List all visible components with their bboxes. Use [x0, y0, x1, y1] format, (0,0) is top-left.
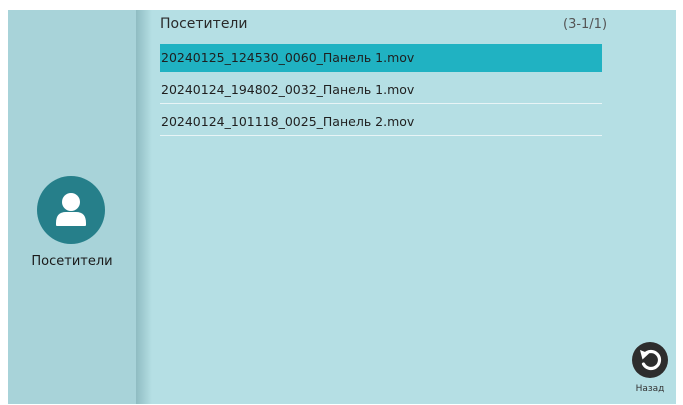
- back-button[interactable]: [632, 342, 668, 378]
- file-row[interactable]: 20240124_101118_0025_Панель 2.mov: [160, 108, 602, 136]
- file-name: 20240124_101118_0025_Панель 2.mov: [161, 114, 415, 129]
- user-avatar-icon[interactable]: [37, 176, 105, 244]
- sidebar: Посетители: [8, 10, 136, 404]
- screen: Посетители Посетители (3-1/1) 20240125_1…: [8, 10, 676, 404]
- back-label[interactable]: Назад: [628, 384, 672, 394]
- list-title: Посетители: [160, 16, 248, 32]
- undo-arrow-icon: [640, 349, 662, 371]
- sidebar-label[interactable]: Посетители: [8, 254, 136, 269]
- file-row-selected[interactable]: 20240125_124530_0060_Панель 1.mov: [160, 44, 602, 72]
- sidebar-divider: [136, 10, 152, 404]
- file-name: 20240124_194802_0032_Панель 1.mov: [161, 82, 415, 97]
- file-row[interactable]: 20240124_194802_0032_Панель 1.mov: [160, 76, 602, 104]
- file-name: 20240125_124530_0060_Панель 1.mov: [161, 50, 415, 65]
- list-counter: (3-1/1): [563, 17, 608, 32]
